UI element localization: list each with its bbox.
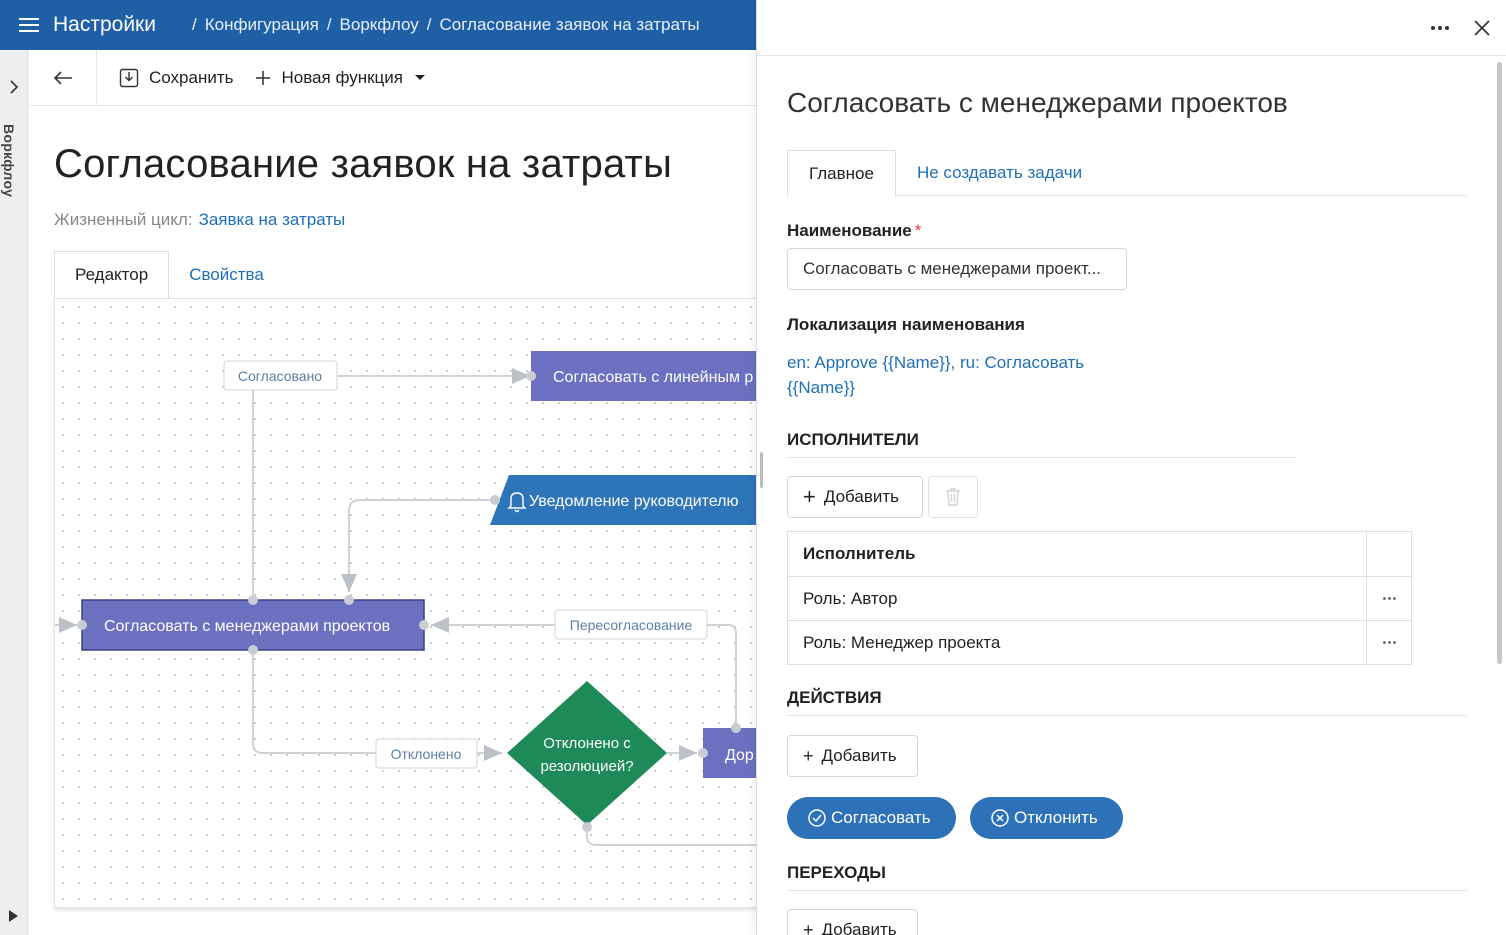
name-label-text: Наименование bbox=[787, 221, 912, 240]
edge-label-rejected-text: Отклонено bbox=[391, 746, 462, 762]
x-circle-icon bbox=[991, 809, 1009, 827]
tab-properties[interactable]: Свойства bbox=[169, 251, 284, 298]
chevron-down-icon bbox=[415, 75, 425, 80]
add-transition-label: Добавить bbox=[821, 920, 897, 935]
save-button[interactable]: Сохранить bbox=[119, 68, 233, 88]
breadcrumb-configuration[interactable]: Конфигурация bbox=[205, 15, 319, 35]
panel-tabs: Главное Не создавать задачи bbox=[787, 150, 1467, 197]
breadcrumb-current: Согласование заявок на затраты bbox=[439, 15, 700, 34]
executors-section-header: ИСПОЛНИТЕЛИ bbox=[787, 430, 1297, 458]
panel-title: Согласовать с менеджерами проектов bbox=[787, 87, 1288, 118]
toolbar: Сохранить Новая функция bbox=[29, 49, 760, 106]
approve-action-label: Согласовать bbox=[831, 808, 931, 827]
editor-tabs: Редактор Свойства bbox=[54, 251, 284, 298]
breadcrumb-separator: / bbox=[191, 15, 197, 34]
close-icon[interactable] bbox=[1473, 19, 1491, 37]
plus-icon: + bbox=[803, 920, 814, 935]
executor-cell: Роль: Автор bbox=[803, 588, 898, 608]
main-content: Согласование заявок на затраты Жизненный… bbox=[29, 106, 760, 935]
new-function-button[interactable]: Новая функция bbox=[255, 68, 425, 88]
name-input[interactable] bbox=[787, 248, 1127, 290]
resize-handle[interactable] bbox=[760, 452, 763, 488]
play-icon[interactable] bbox=[9, 910, 18, 922]
app-title[interactable]: Настройки bbox=[53, 13, 156, 37]
required-mark: * bbox=[914, 221, 922, 240]
plus-icon: + bbox=[803, 484, 816, 509]
node-approve-project-managers-label: Согласовать с менеджерами проектов bbox=[104, 618, 390, 635]
arrow-left-icon bbox=[53, 70, 72, 85]
transitions-section-header: ПЕРЕХОДЫ bbox=[787, 863, 1467, 891]
menu-icon[interactable] bbox=[19, 18, 39, 32]
table-header-row: Исполнитель bbox=[788, 532, 1411, 576]
node-decision-label-line1: Отклонено с bbox=[543, 735, 631, 752]
edge-label-reapprove-text: Пересогласование bbox=[570, 617, 693, 633]
plus-icon: + bbox=[803, 746, 814, 766]
tab-editor[interactable]: Редактор bbox=[54, 251, 170, 298]
left-rail: Воркфлоу bbox=[0, 50, 28, 935]
add-executor-button[interactable]: + Добавить bbox=[787, 476, 923, 518]
actions-section-header: ДЕЙСТВИЯ bbox=[787, 688, 1467, 716]
add-transition-button[interactable]: + Добавить bbox=[787, 909, 918, 935]
node-rework-label: Дор bbox=[725, 747, 754, 764]
add-executor-label: Добавить bbox=[823, 487, 899, 506]
localization-link[interactable]: en: Approve {{Name}}, ru: Согласовать {{… bbox=[787, 350, 1127, 400]
table-row[interactable]: Роль: Автор bbox=[788, 576, 1411, 620]
breadcrumb-separator: / bbox=[326, 15, 332, 34]
chevron-right-icon[interactable] bbox=[7, 80, 21, 94]
column-executor: Исполнитель bbox=[803, 544, 916, 563]
table-row[interactable]: Роль: Менеджер проекта bbox=[788, 620, 1411, 664]
executor-cell: Роль: Менеджер проекта bbox=[803, 632, 1001, 652]
node-decision-label-line2: резолюцией? bbox=[540, 758, 633, 775]
reject-action-label: Отклонить bbox=[1014, 808, 1098, 827]
lifecycle-label: Жизненный цикл: bbox=[54, 210, 193, 229]
tab-no-tasks[interactable]: Не создавать задачи bbox=[896, 150, 1103, 196]
lifecycle-info: Жизненный цикл: Заявка на затраты bbox=[54, 210, 345, 230]
breadcrumb-workflow[interactable]: Воркфлоу bbox=[340, 15, 419, 35]
back-button[interactable] bbox=[29, 49, 97, 106]
save-label: Сохранить bbox=[149, 67, 234, 87]
plus-icon bbox=[256, 70, 271, 85]
edge-label-approved-text: Согласовано bbox=[238, 368, 322, 384]
workflow-diagram: Согласовать с линейным р Уведомление рук… bbox=[55, 351, 759, 846]
add-action-label: Добавить bbox=[821, 746, 897, 765]
panel-scrollbar[interactable] bbox=[1497, 62, 1502, 664]
executors-table: Исполнитель Роль: Автор Роль: Менеджер п… bbox=[787, 531, 1412, 665]
more-options-icon[interactable] bbox=[1431, 26, 1449, 30]
localization-label: Локализация наименования bbox=[787, 315, 1025, 334]
row-more-icon[interactable] bbox=[1366, 577, 1411, 620]
approve-action-button[interactable]: Согласовать bbox=[787, 797, 956, 839]
panel-header bbox=[757, 0, 1506, 56]
node-notify-manager-label: Уведомление руководителю bbox=[529, 493, 739, 510]
properties-panel: Согласовать с менеджерами проектов Главн… bbox=[756, 0, 1506, 935]
edge-rejected bbox=[252, 650, 502, 761]
delete-executor-button[interactable] bbox=[928, 476, 978, 518]
name-field-label: Наименование * bbox=[787, 221, 921, 241]
row-more-icon[interactable] bbox=[1366, 621, 1411, 664]
check-circle-icon bbox=[808, 809, 826, 827]
reject-action-button[interactable]: Отклонить bbox=[970, 797, 1123, 839]
diagram-canvas[interactable]: Согласовать с линейным р Уведомление рук… bbox=[54, 298, 760, 908]
rail-label-workflow[interactable]: Воркфлоу bbox=[1, 124, 17, 197]
top-bar: Настройки / Конфигурация / Воркфлоу / Со… bbox=[0, 0, 760, 50]
save-icon bbox=[119, 68, 139, 87]
breadcrumb-separator: / bbox=[426, 15, 432, 34]
new-function-label: Новая функция bbox=[281, 67, 403, 87]
edge-decision-down bbox=[586, 827, 759, 846]
column-actions bbox=[1366, 532, 1411, 576]
edge-notify bbox=[341, 499, 495, 592]
lifecycle-link[interactable]: Заявка на затраты bbox=[199, 210, 346, 229]
page-title: Согласование заявок на затраты bbox=[54, 142, 673, 186]
trash-icon bbox=[946, 488, 960, 506]
node-approve-line-manager-label: Согласовать с линейным р bbox=[553, 369, 753, 386]
tab-main[interactable]: Главное bbox=[787, 150, 896, 197]
node-decision-rejected[interactable] bbox=[507, 681, 667, 825]
add-action-button[interactable]: + Добавить bbox=[787, 735, 918, 777]
